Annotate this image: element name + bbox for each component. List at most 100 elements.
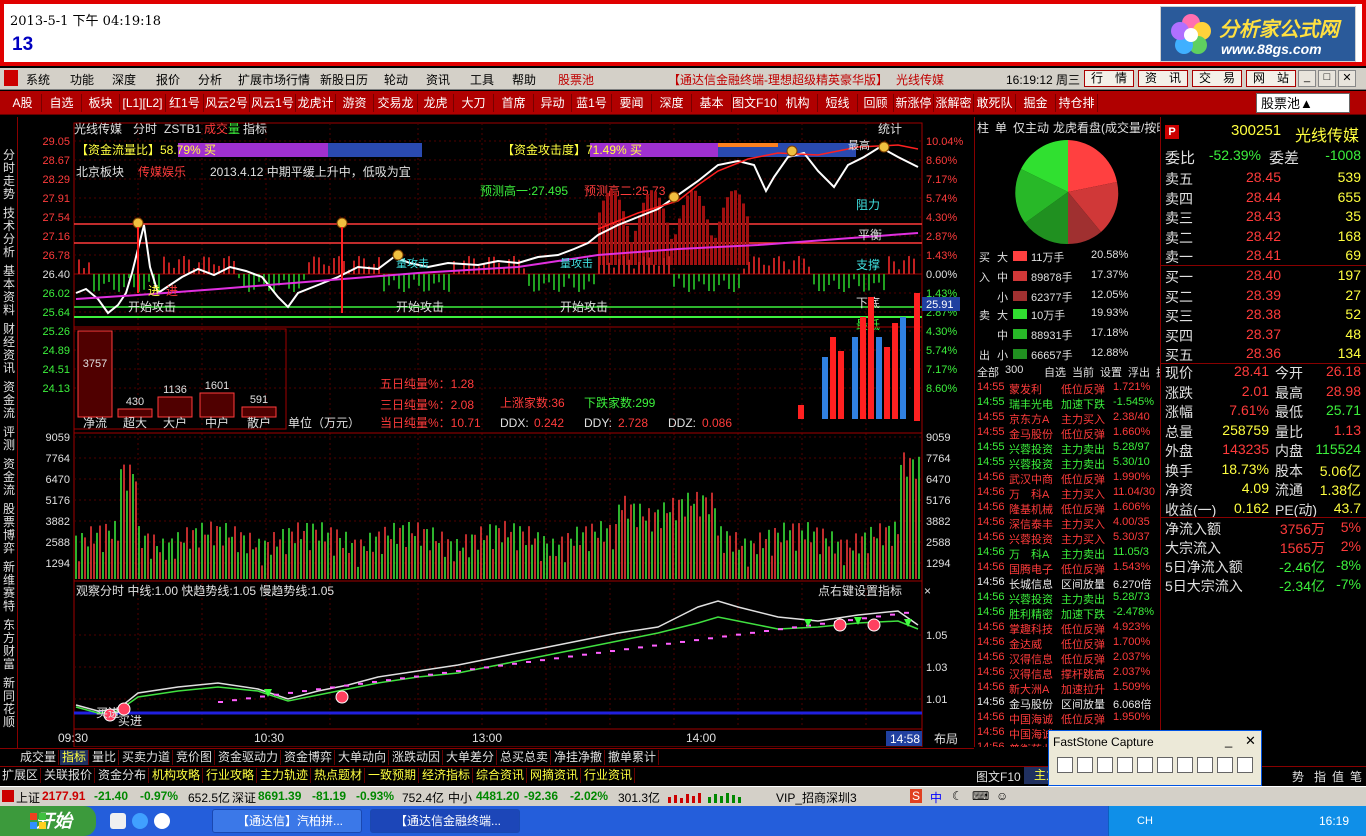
menu-item[interactable]: 分析 [198, 71, 222, 88]
bottom-tab[interactable]: 机构攻略 [150, 768, 204, 783]
bottom-tab[interactable]: 热点题材 [312, 768, 366, 783]
bottom-tab[interactable]: 扩展区 [0, 768, 42, 783]
bottom-tab[interactable]: 成交量 [18, 750, 60, 765]
feed-filter[interactable]: 设置 [1100, 364, 1122, 380]
bottom-tab[interactable]: 竞价图 [174, 750, 216, 765]
bottom-tab[interactable]: 关联报价 [42, 768, 96, 783]
feed-row[interactable]: 14:56 深信泰丰 主力买入 4.00/35 [975, 516, 1161, 531]
app-icon[interactable] [4, 70, 18, 86]
feed-row[interactable]: 14:55 蒙发利 低位反弹 1.721% [975, 381, 1161, 396]
menu-nav-button[interactable]: 资 讯 [1138, 70, 1188, 87]
desktop-icon[interactable] [110, 813, 126, 829]
toolbar-item[interactable]: 板块 [82, 94, 120, 112]
faststone-minimize-icon[interactable]: _ [1225, 733, 1232, 748]
toolbar-item[interactable]: 自选 [42, 94, 82, 112]
left-tab[interactable]: 资金流 [2, 381, 16, 420]
feed-row[interactable]: 14:56 汉得信息 低位反弹 2.037% [975, 651, 1161, 666]
left-tab[interactable]: 分时走势 [2, 149, 16, 201]
bottom-tab[interactable]: 量比 [90, 750, 120, 765]
feed-row[interactable]: 14:56 万 科A 主力买入 11.04/30 [975, 486, 1161, 501]
feed-row[interactable]: 14:56 金达威 低位反弹 1.700% [975, 636, 1161, 651]
bottom-tab[interactable]: 资金博弈 [282, 750, 336, 765]
menu-nav-button[interactable]: 行 情 [1084, 70, 1134, 87]
stock-pool-select[interactable]: 股票池▲ [1256, 93, 1350, 113]
bottom-tab[interactable]: 涨跌动因 [390, 750, 444, 765]
menu-nav-button[interactable]: 交 易 [1192, 70, 1242, 87]
toolbar-item[interactable]: 机构 [778, 94, 818, 112]
capture-tool-icon[interactable] [1237, 757, 1253, 773]
bottom-tab[interactable]: 行业攻略 [204, 768, 258, 783]
intraday-chart[interactable]: 光线传媒 分时 ZSTB1 成交量指标 统计 29.05 10.04% 28.67 8.60% 2… [18, 117, 974, 747]
faststone-capture-window[interactable]: FastStone Capture ✕ _ [1048, 730, 1262, 786]
toolbar-item[interactable]: [L1][L2] [120, 94, 166, 112]
bottom-tab[interactable]: 净挂净撤 [552, 750, 606, 765]
feed-row[interactable]: 14:55 兴蓉投资 主力卖出 5.28/97 [975, 441, 1161, 456]
stock-pool-menu[interactable]: 股票池 [558, 71, 594, 88]
left-tab[interactable]: 评测 [2, 426, 16, 452]
toolbar-item[interactable]: 敢死队 [974, 94, 1016, 112]
feed-row[interactable]: 14:56 中国海诚 低位反弹 1.950% [975, 711, 1161, 726]
close-button[interactable]: ✕ [1338, 70, 1356, 87]
toolbar-item[interactable]: 图文F10 [732, 94, 778, 112]
bottom-tab[interactable]: 经济指标 [420, 768, 474, 783]
toolbar-item[interactable]: 红1号 [166, 94, 204, 112]
vip-server[interactable]: VIP_招商深圳3 [776, 789, 857, 806]
toolbar-item[interactable]: 首席 [494, 94, 534, 112]
capture-tool-icon[interactable] [1137, 757, 1153, 773]
capture-tool-icon[interactable] [1057, 757, 1073, 773]
feed-row[interactable]: 14:55 瑞丰光电 加速下跌 -1.545% [975, 396, 1161, 411]
menu-item[interactable]: 报价 [156, 71, 180, 88]
panel-tab[interactable]: 仅主动 [1013, 119, 1049, 136]
bottom-tab[interactable]: 行业资讯 [582, 768, 636, 783]
ie-icon[interactable] [132, 813, 148, 829]
bottom-tab[interactable]: 资金驱动力 [216, 750, 282, 765]
feed-row[interactable]: 14:56 万 科A 主力卖出 11.05/3 [975, 546, 1161, 561]
bottom-tab[interactable]: 综合资讯 [474, 768, 528, 783]
menu-item[interactable]: 工具 [470, 71, 494, 88]
menu-item[interactable]: 功能 [70, 71, 94, 88]
bottom-tab[interactable]: 网摘资讯 [528, 768, 582, 783]
feed-row[interactable]: 14:56 掌趣科技 低位反弹 4.923% [975, 621, 1161, 636]
capture-tool-icon[interactable] [1117, 757, 1133, 773]
menu-item[interactable]: 资讯 [426, 71, 450, 88]
feed-row[interactable]: 14:56 兴蓉投资 主力卖出 5.28/73 [975, 591, 1161, 606]
panel-tab[interactable]: 龙虎看盘(成交量/按时 [1053, 119, 1161, 136]
toolbar-item[interactable]: 短线 [818, 94, 858, 112]
menu-item[interactable]: 新股日历 [320, 71, 368, 88]
tab-val[interactable]: 值 [1332, 768, 1344, 785]
feed-row[interactable]: 14:56 胜利精密 加速下跌 -2.478% [975, 606, 1161, 621]
bid-row[interactable]: 买三 28.38 52 [1165, 306, 1363, 325]
menu-item[interactable]: 扩展市场行情 [238, 71, 310, 88]
feed-row[interactable]: 14:56 金马股份 区间放量 6.068倍 [975, 696, 1161, 711]
feed-row[interactable]: 14:56 国腾电子 低位反弹 1.543% [975, 561, 1161, 576]
feed-filter[interactable]: 全部 [977, 364, 999, 380]
feed-row[interactable]: 14:56 兴蓉投资 主力买入 5.30/37 [975, 531, 1161, 546]
tab-shi[interactable]: 势 [1292, 768, 1304, 785]
ask-row[interactable]: 卖二 28.42 168 [1165, 228, 1363, 247]
bid-row[interactable]: 买四 28.37 48 [1165, 326, 1363, 345]
toolbar-item[interactable]: 掘金 [1016, 94, 1056, 112]
start-button[interactable]: 开始 [0, 806, 96, 836]
bottom-tab[interactable]: 大单差分 [444, 750, 498, 765]
minimize-button[interactable]: _ [1298, 70, 1316, 87]
capture-tool-icon[interactable] [1177, 757, 1193, 773]
feed-row[interactable]: 14:55 金马股份 低位反弹 1.660% [975, 426, 1161, 441]
ask-row[interactable]: 卖一 28.41 69 [1165, 247, 1363, 266]
menu-item[interactable]: 深度 [112, 71, 136, 88]
tab-zhi[interactable]: 指 [1314, 768, 1326, 785]
menu-item[interactable]: 轮动 [384, 71, 408, 88]
maximize-button[interactable]: □ [1318, 70, 1336, 87]
toolbar-item[interactable]: 游资 [336, 94, 374, 112]
sh-label[interactable]: 上证 [16, 789, 40, 806]
left-tab[interactable]: 基本资料 [2, 265, 16, 317]
feed-row[interactable]: 14:55 京东方A 主力买入 2.38/40 [975, 411, 1161, 426]
panel-tab[interactable]: 柱 [977, 119, 989, 136]
panel-tab[interactable]: 单 [995, 119, 1007, 136]
toolbar-item[interactable]: 交易龙 [374, 94, 418, 112]
toolbar-item[interactable]: 龙虎计 [296, 94, 336, 112]
feed-row[interactable]: 14:56 汉得信息 撑杆跳高 2.037% [975, 666, 1161, 681]
tab-f10[interactable]: 图文F10 [976, 768, 1021, 785]
feed-filter[interactable]: 自选 [1044, 364, 1066, 380]
feed-filter[interactable]: 浮出 [1128, 364, 1150, 380]
left-tab[interactable]: 新维赛特 [2, 561, 16, 613]
